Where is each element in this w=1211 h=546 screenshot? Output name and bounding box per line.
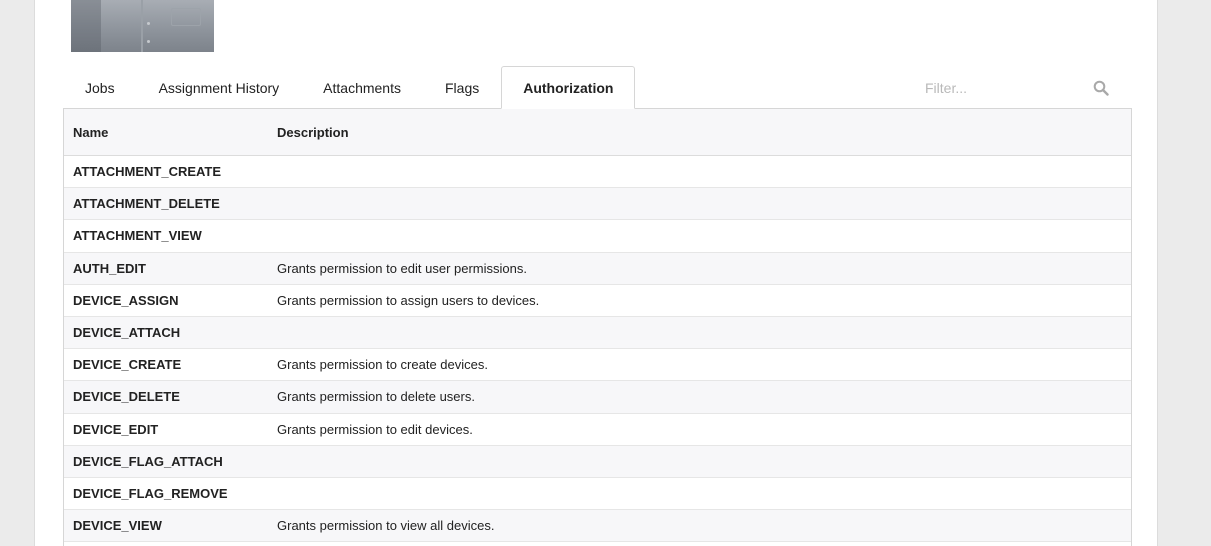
- permission-name: ATTACHMENT_VIEW: [73, 228, 202, 244]
- permission-name: ATTACHMENT_CREATE: [73, 164, 222, 180]
- table-row[interactable]: DEVICE_ATTACH: [64, 316, 1131, 350]
- permission-name: DEVICE_ASSIGN: [73, 292, 179, 308]
- permission-description: Grants permission to assign users to dev…: [277, 292, 540, 308]
- table-row[interactable]: DEVICE_EDIT Grants permission to edit de…: [64, 413, 1131, 446]
- detail-panel: Jobs Assignment History Attachments Flag…: [34, 0, 1158, 546]
- table-header: Name Description: [64, 109, 1131, 156]
- column-header-name[interactable]: Name: [64, 125, 277, 140]
- table-row[interactable]: AUTH_EDIT Grants permission to edit user…: [64, 252, 1131, 285]
- authorization-table: Name Description ATTACHMENT_CREATE ATTAC…: [63, 108, 1132, 546]
- column-header-description[interactable]: Description: [277, 125, 1131, 140]
- permission-description: Grants permission to create devices.: [277, 357, 488, 373]
- permission-name: DEVICE_CREATE: [73, 357, 182, 373]
- tab-authorization[interactable]: Authorization: [501, 66, 636, 109]
- permission-name: AUTH_EDIT: [73, 260, 146, 276]
- filter-box: [925, 74, 1115, 102]
- table-row[interactable]: ATTACHMENT_VIEW: [64, 220, 1131, 253]
- search-icon[interactable]: [1093, 80, 1109, 96]
- permission-name: DEVICE_FLAG_ATTACH: [73, 453, 223, 469]
- table-row[interactable]: DEVICE_VIEW Grants permission to view al…: [64, 510, 1131, 543]
- permission-description: Grants permission to edit devices.: [277, 421, 473, 437]
- table-row[interactable]: DEVICE_CREATE Grants permission to creat…: [64, 349, 1131, 382]
- permission-name: DEVICE_VIEW: [73, 518, 162, 534]
- permission-name: DEVICE_EDIT: [73, 421, 159, 437]
- table-row[interactable]: DEVICE_FLAG_ATTACH: [64, 445, 1131, 478]
- permission-name: DEVICE_DELETE: [73, 389, 180, 405]
- profile-photo: [71, 0, 214, 52]
- tab-assignment-history[interactable]: Assignment History: [137, 66, 302, 109]
- table-row[interactable]: DEVICE_ASSIGN Grants permission to assig…: [64, 284, 1131, 317]
- filter-input[interactable]: [925, 80, 1085, 96]
- permission-description: Grants permission to edit user permissio…: [277, 260, 527, 276]
- tab-flags[interactable]: Flags: [423, 66, 501, 109]
- tab-bar: Jobs Assignment History Attachments Flag…: [63, 66, 636, 109]
- table-body: ATTACHMENT_CREATE ATTACHMENT_DELETE ATTA…: [64, 156, 1131, 543]
- table-row[interactable]: ATTACHMENT_CREATE: [64, 156, 1131, 189]
- permission-name: ATTACHMENT_DELETE: [73, 196, 220, 212]
- table-row[interactable]: DEVICE_FLAG_REMOVE: [64, 477, 1131, 511]
- permission-description: Grants permission to view all devices.: [277, 518, 495, 534]
- table-row[interactable]: ATTACHMENT_DELETE: [64, 188, 1131, 221]
- table-row[interactable]: DEVICE_DELETE Grants permission to delet…: [64, 381, 1131, 414]
- permission-description: Grants permission to delete users.: [277, 389, 475, 405]
- tab-jobs[interactable]: Jobs: [63, 66, 137, 109]
- permission-name: DEVICE_FLAG_REMOVE: [73, 485, 228, 501]
- permission-name: DEVICE_ATTACH: [73, 325, 181, 341]
- tab-attachments[interactable]: Attachments: [301, 66, 423, 109]
